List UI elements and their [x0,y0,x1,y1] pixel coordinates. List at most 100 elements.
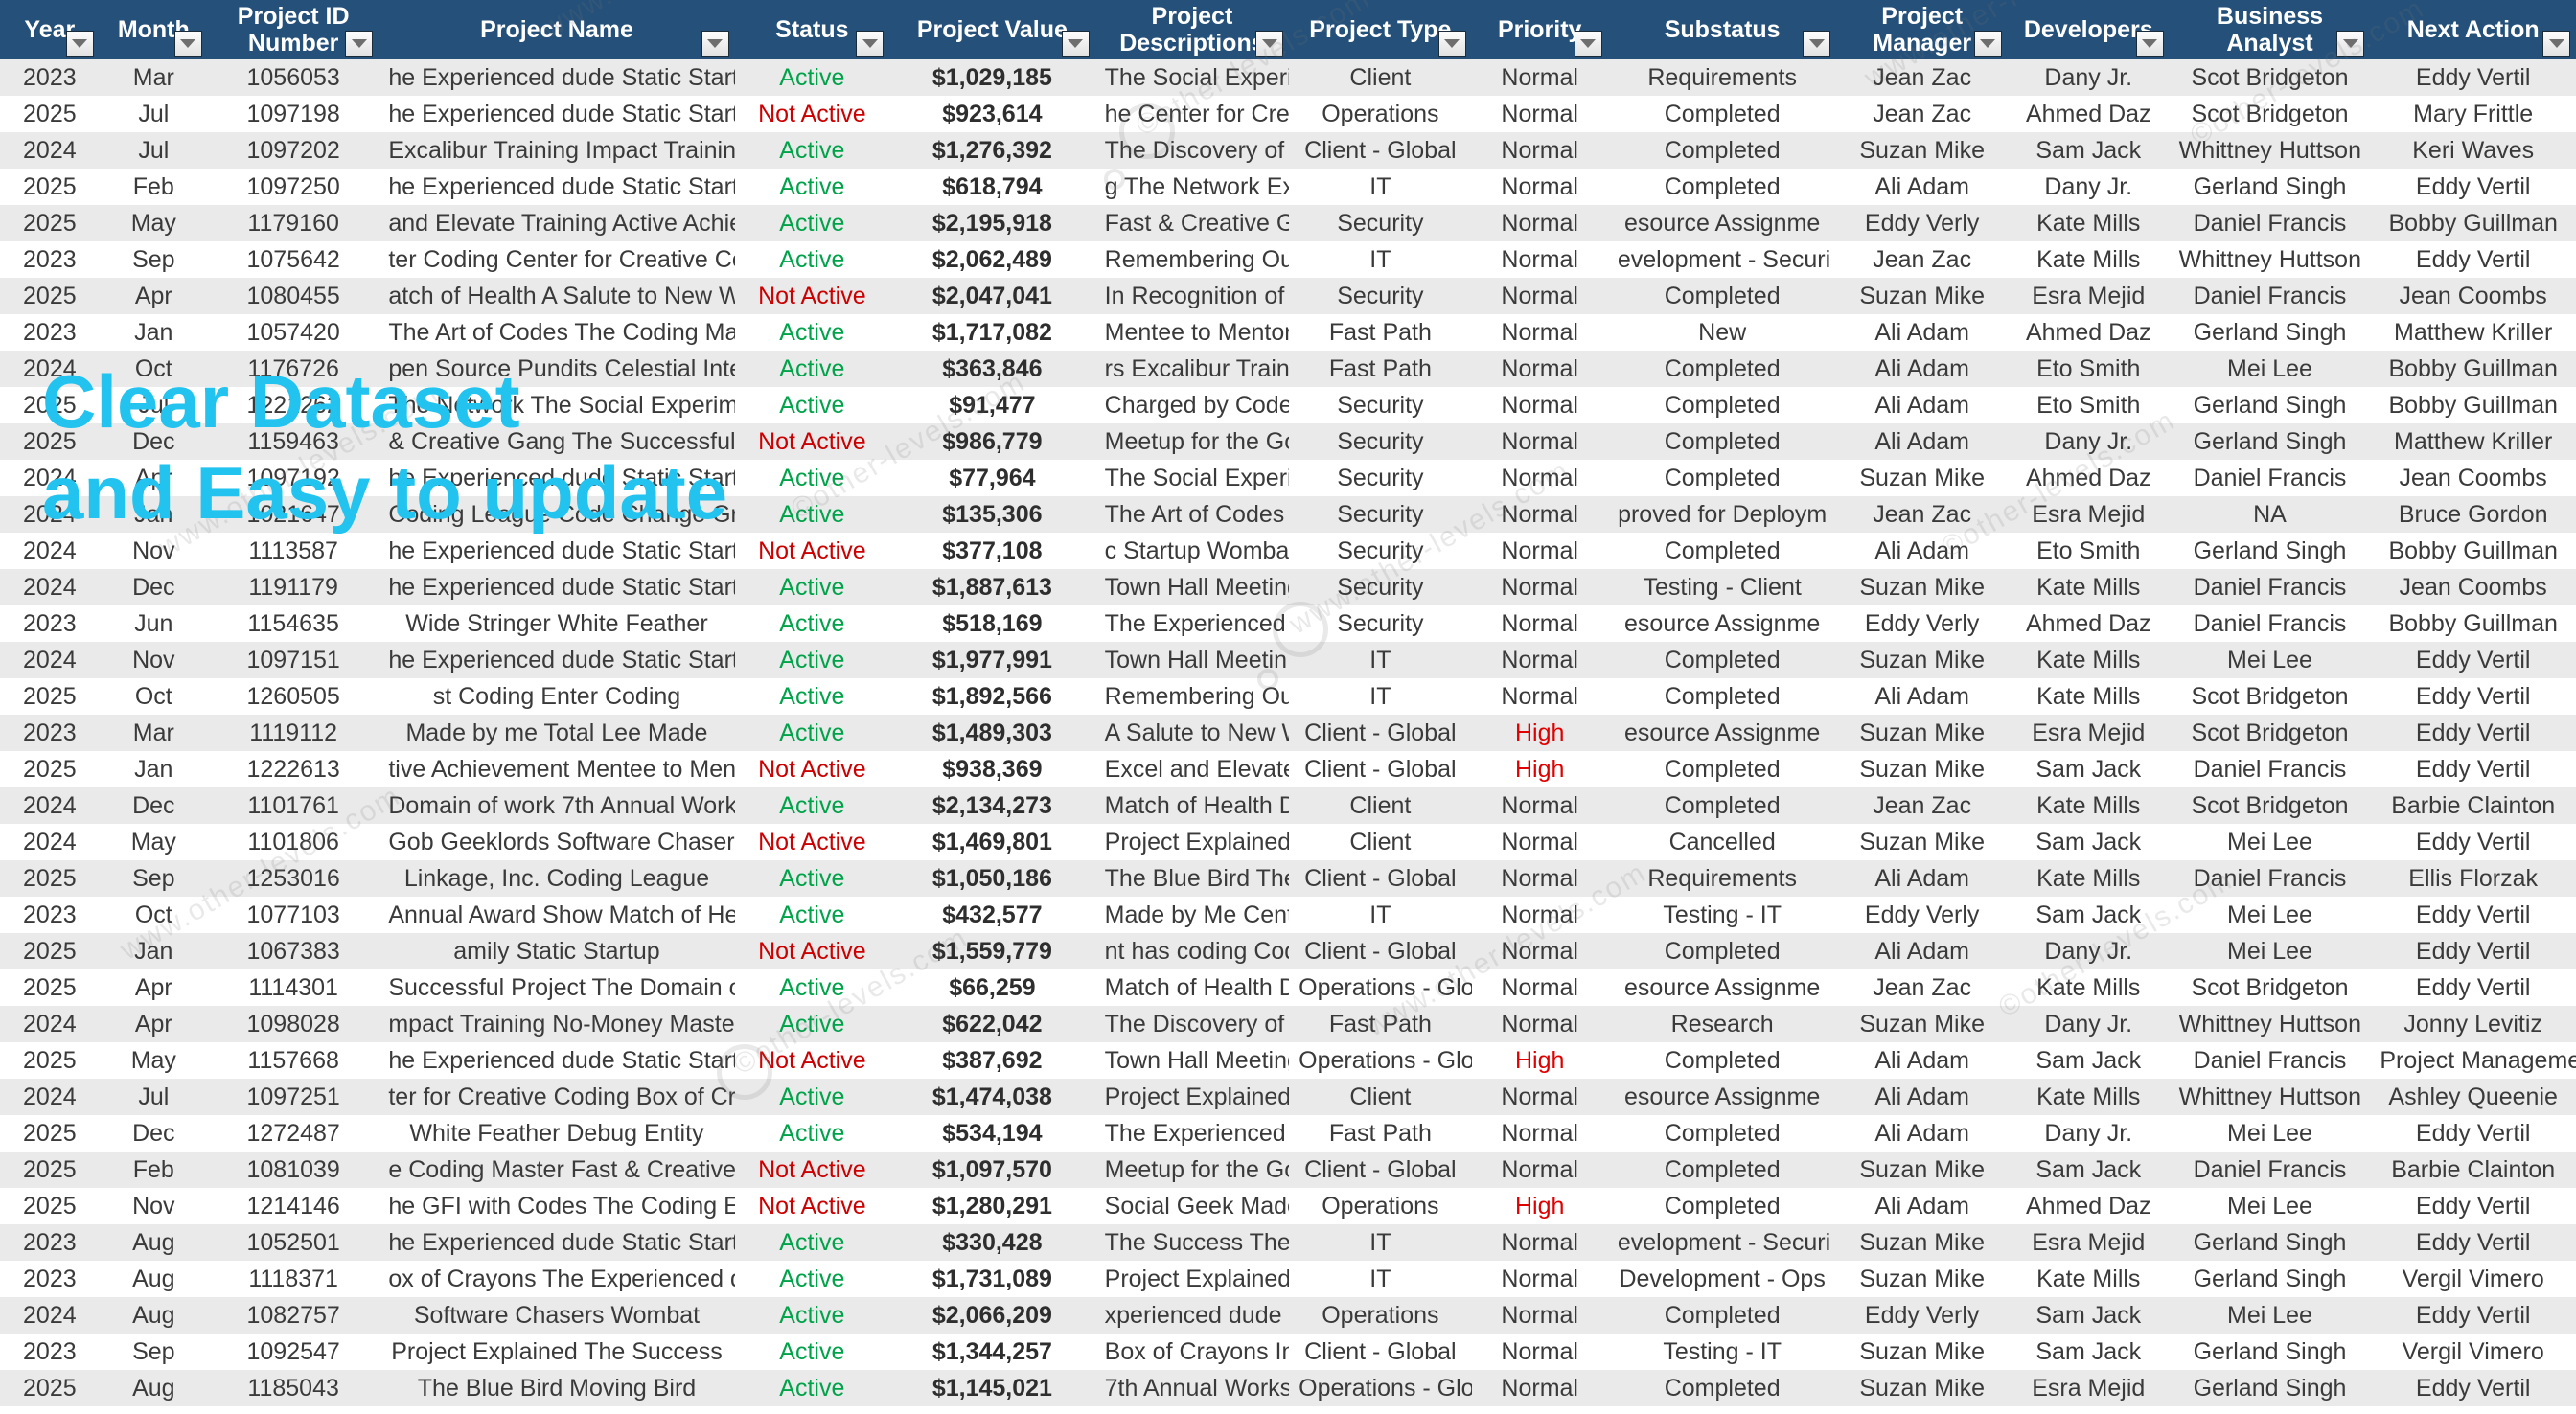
cell-project_type[interactable]: IT [1289,169,1471,205]
table-row[interactable]: 2024 Nov 1097151 he Experienced dude Static… [0,642,2576,678]
cell-next_action[interactable]: Bobby Guillman [2370,351,2576,387]
cell-project_description[interactable]: xperienced dude I [1095,1297,1290,1334]
cell-project_description[interactable]: Made by Me Cente [1095,897,1290,933]
filter-dropdown-button-project_value[interactable] [1061,31,1090,57]
cell-project_name[interactable]: he Experienced dude Static Startup [379,569,734,605]
cell-priority[interactable]: Normal [1472,351,1608,387]
cell-next_action[interactable]: Matthew Kriller [2370,314,2576,351]
table-row[interactable]: 2023 Aug 1052501 he Experienced dude Static… [0,1224,2576,1261]
cell-developers[interactable]: Sam Jack [2008,1152,2170,1188]
cell-project_manager[interactable]: Suzan Mike [1836,1152,2007,1188]
cell-year[interactable]: 2024 [0,642,100,678]
cell-month[interactable]: Dec [100,569,208,605]
cell-project_description[interactable]: 7th Annual Worksh [1095,1370,1290,1406]
cell-project_name[interactable]: White Feather Debug Entity [379,1115,734,1152]
table-row[interactable]: 2025 May 1157668 he Experienced dude Static… [0,1042,2576,1079]
cell-year[interactable]: 2023 [0,897,100,933]
cell-next_action[interactable]: Jean Coombs [2370,278,2576,314]
cell-month[interactable]: May [100,824,208,860]
cell-substatus[interactable]: esource Assignme [1608,715,1837,751]
cell-project_value[interactable]: $1,145,021 [889,1370,1095,1406]
cell-project_id[interactable]: 1253016 [208,860,379,897]
cell-next_action[interactable]: Eddy Vertil [2370,1224,2576,1261]
cell-project_type[interactable]: Operations - Globa [1289,1042,1471,1079]
cell-next_action[interactable]: Jean Coombs [2370,569,2576,605]
cell-project_description[interactable]: Match of Health De [1095,787,1290,824]
cell-month[interactable]: Dec [100,1115,208,1152]
cell-month[interactable]: Apr [100,278,208,314]
cell-next_action[interactable]: Barbie Clainton [2370,787,2576,824]
cell-month[interactable]: Apr [100,460,208,496]
cell-developers[interactable]: Sam Jack [2008,132,2170,169]
cell-substatus[interactable]: Completed [1608,678,1837,715]
cell-project_manager[interactable]: Eddy Verly [1836,605,2007,642]
cell-year[interactable]: 2025 [0,969,100,1006]
cell-project_description[interactable]: g The Network Exc [1095,169,1290,205]
cell-status[interactable]: Active [735,387,890,423]
cell-project_name[interactable]: amily Static Startup [379,933,734,969]
cell-year[interactable]: 2025 [0,860,100,897]
cell-project_id[interactable]: 1097192 [208,460,379,496]
cell-project_name[interactable]: he GFI with Codes The Coding Expe [379,1188,734,1224]
cell-project_type[interactable]: IT [1289,1406,1471,1414]
cell-business_analyst[interactable]: Gerland Singh [2170,1224,2371,1261]
cell-substatus[interactable]: Completed [1608,351,1837,387]
cell-status[interactable]: Active [735,569,890,605]
cell-project_type[interactable]: Client [1289,787,1471,824]
cell-next_action[interactable]: Eddy Vertil [2370,715,2576,751]
cell-substatus[interactable]: esource Assignme [1608,205,1837,241]
cell-developers[interactable]: Kate Mills [2008,205,2170,241]
cell-project_id[interactable]: 1260505 [208,678,379,715]
cell-year[interactable]: 2025 [0,1042,100,1079]
cell-developers[interactable]: Sam Jack [2008,1334,2170,1370]
cell-next_action[interactable]: Bruce Gordon [2370,496,2576,533]
cell-project_name[interactable]: The Blue Bird Moving Bird [379,1370,734,1406]
cell-project_description[interactable]: The Blue Bird The [1095,860,1290,897]
cell-business_analyst[interactable]: Gerland Singh [2170,1334,2371,1370]
cell-substatus[interactable]: Completed [1608,387,1837,423]
table-row[interactable]: 2024 Oct 1176726 pen Source Pundits Celesti… [0,351,2576,387]
cell-project_id[interactable]: 1097198 [208,96,379,132]
cell-priority[interactable]: Normal [1472,897,1608,933]
cell-project_id[interactable]: 1118371 [208,1261,379,1297]
cell-project_type[interactable]: IT [1289,642,1471,678]
cell-status[interactable]: Active [735,1079,890,1115]
cell-next_action[interactable]: Eddy Vertil [2370,933,2576,969]
cell-project_description[interactable]: Town Hall Meeting [1095,569,1290,605]
cell-status[interactable]: Not Active [735,1042,890,1079]
cell-project_manager[interactable]: Ali Adam [1836,1115,2007,1152]
cell-project_description[interactable]: rs Excalibur Trainir [1095,351,1290,387]
cell-project_id[interactable]: 1232538 [208,1406,379,1414]
cell-status[interactable]: Active [735,241,890,278]
cell-month[interactable]: Oct [100,351,208,387]
cell-developers[interactable]: Sam Jack [2008,751,2170,787]
cell-project_name[interactable]: he Experienced dude Static Startup [379,59,734,96]
cell-project_id[interactable]: 1113587 [208,533,379,569]
cell-month[interactable]: Mar [100,59,208,96]
cell-substatus[interactable]: proved for Deploym [1608,496,1837,533]
cell-priority[interactable]: Normal [1472,605,1608,642]
cell-project_id[interactable]: 1092547 [208,1334,379,1370]
cell-business_analyst[interactable]: Gerland Singh [2170,533,2371,569]
cell-priority[interactable]: Normal [1472,496,1608,533]
cell-substatus[interactable]: Completed [1608,278,1837,314]
cell-project_manager[interactable]: Ali Adam [1836,1079,2007,1115]
table-row[interactable]: 2023 Mar 1119112 Made by me Total Lee Made A… [0,715,2576,751]
cell-business_analyst[interactable]: Mei Lee [2170,1115,2371,1152]
cell-month[interactable]: May [100,1406,208,1414]
cell-priority[interactable]: Normal [1472,59,1608,96]
cell-year[interactable]: 2024 [0,569,100,605]
cell-project_value[interactable]: $1,097,570 [889,1152,1095,1188]
cell-project_name[interactable]: & Creative Gang The Successful Pr [379,423,734,460]
cell-next_action[interactable]: Eddy Vertil [2370,241,2576,278]
table-row[interactable]: 2025 Jan 1222613 tive Achievement Mentee to… [0,751,2576,787]
cell-month[interactable]: Dec [100,423,208,460]
cell-priority[interactable]: High [1472,751,1608,787]
cell-project_name[interactable]: ter Coding Center for Creative Codi [379,241,734,278]
cell-project_manager[interactable]: Suzan Mike [1836,824,2007,860]
cell-business_analyst[interactable]: Scot Bridgeton [2170,715,2371,751]
cell-business_analyst[interactable]: Scot Bridgeton [2170,969,2371,1006]
cell-project_type[interactable]: IT [1289,1224,1471,1261]
cell-project_name[interactable]: he Experienced dude Static Startup [379,169,734,205]
cell-project_value[interactable]: $77,964 [889,460,1095,496]
